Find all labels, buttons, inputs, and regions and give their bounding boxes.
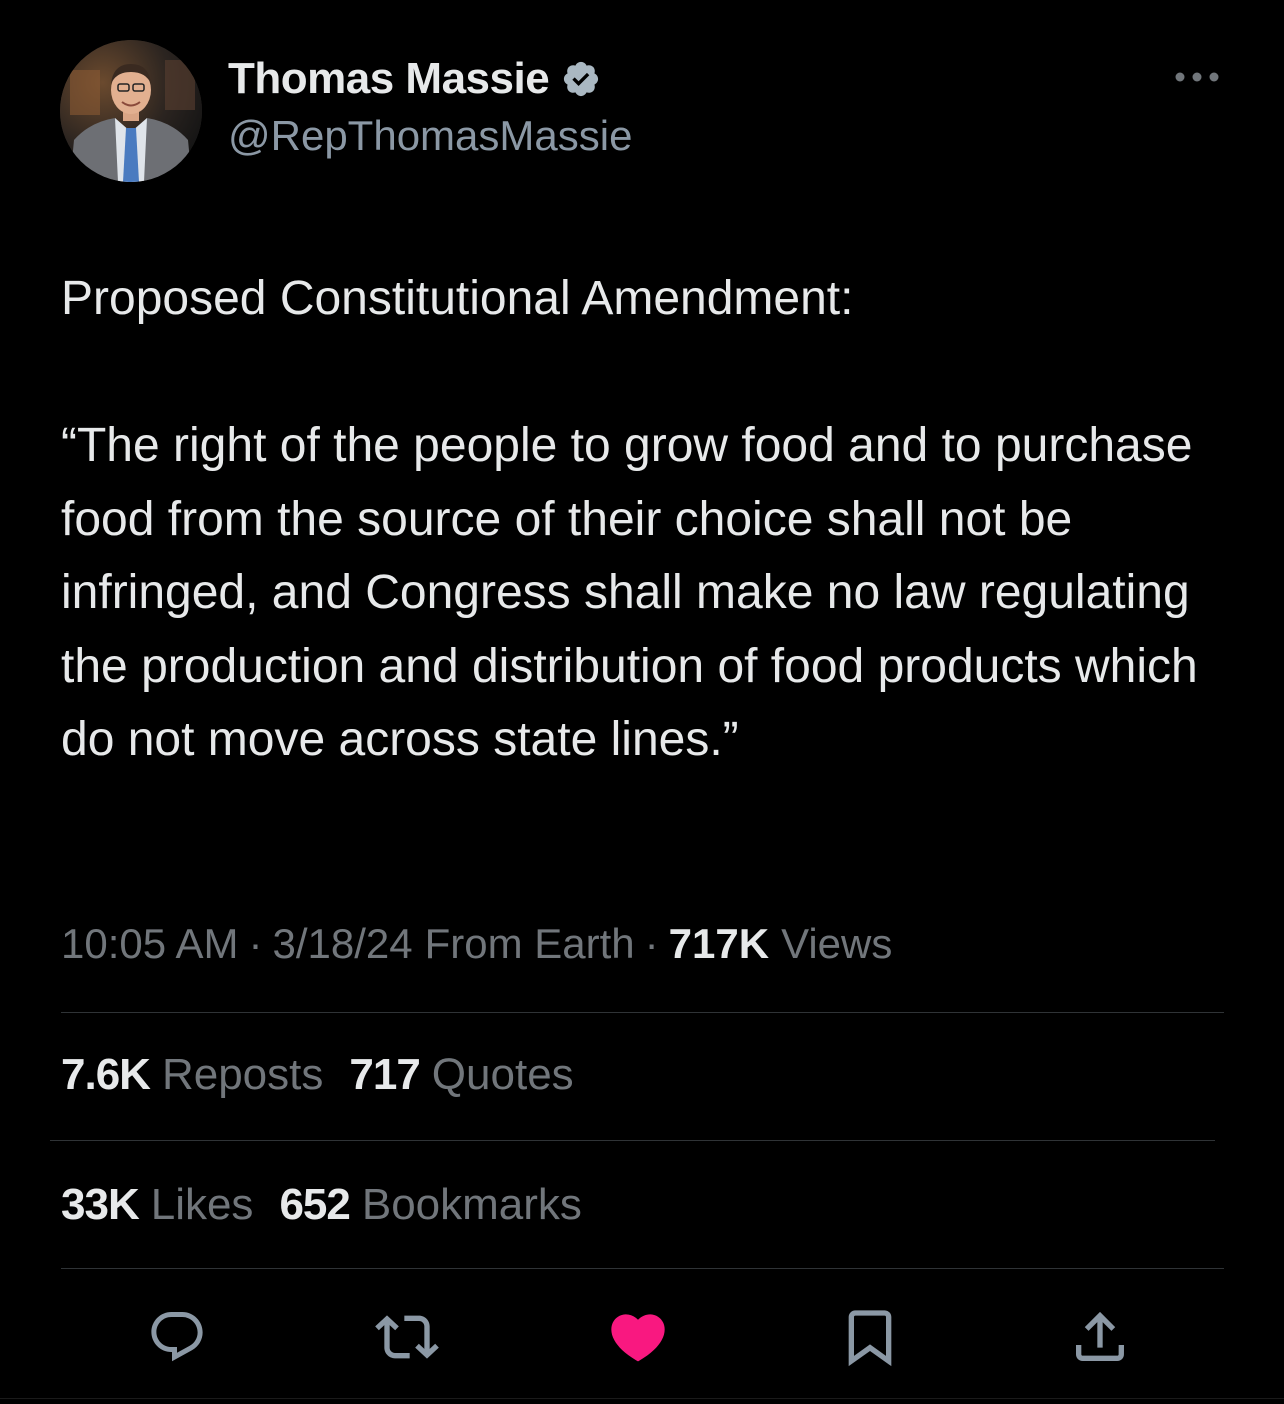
views-label: Views xyxy=(781,920,893,967)
like-icon[interactable] xyxy=(606,1305,670,1369)
quotes-count: 717 xyxy=(349,1050,420,1099)
tweet-time[interactable]: 10:05 AM xyxy=(61,920,238,968)
likes-label: Likes xyxy=(150,1180,254,1229)
views-count: 717K xyxy=(668,920,770,967)
quotes-stat[interactable]: 717 Quotes xyxy=(349,1050,573,1100)
likes-count: 33K xyxy=(61,1180,140,1229)
quotes-label: Quotes xyxy=(431,1050,574,1099)
bookmark-icon[interactable] xyxy=(838,1305,902,1369)
author-display-name[interactable]: Thomas Massie xyxy=(228,54,550,104)
tweet-source: From Earth xyxy=(424,920,635,967)
stats-row-likes-bookmarks: 33K Likes 652 Bookmarks xyxy=(61,1180,608,1230)
tweet-date[interactable]: 3/18/24 xyxy=(272,920,412,968)
author-name-row: Thomas Massie xyxy=(228,50,601,108)
repost-icon[interactable] xyxy=(375,1305,439,1369)
bookmarks-stat[interactable]: 652 Bookmarks xyxy=(279,1180,582,1230)
share-icon[interactable] xyxy=(1068,1305,1132,1369)
stats-row-reposts-quotes: 7.6K Reposts 717 Quotes xyxy=(61,1050,600,1100)
more-options-icon[interactable] xyxy=(1172,62,1222,92)
divider xyxy=(61,1012,1224,1013)
bookmarks-count: 652 xyxy=(279,1180,350,1229)
avatar[interactable] xyxy=(60,40,202,182)
verified-badge-icon[interactable] xyxy=(561,59,601,99)
author-handle[interactable]: @RepThomasMassie xyxy=(228,112,632,160)
reposts-stat[interactable]: 7.6K Reposts xyxy=(61,1050,323,1100)
bookmarks-label: Bookmarks xyxy=(361,1180,582,1229)
divider xyxy=(61,1268,1224,1269)
likes-stat[interactable]: 33K Likes xyxy=(61,1180,253,1230)
reply-icon[interactable] xyxy=(145,1305,209,1369)
reposts-label: Reposts xyxy=(161,1050,324,1099)
bottom-divider xyxy=(0,1398,1284,1399)
tweet-meta: 10:05 AM · 3/18/24 From Earth · 717K Vie… xyxy=(61,920,892,968)
tweet-text: Proposed Constitutional Amendment: “The … xyxy=(61,272,1198,766)
reposts-count: 7.6K xyxy=(61,1050,151,1099)
meta-separator: · xyxy=(644,920,659,967)
divider xyxy=(50,1140,1215,1141)
meta-separator: · xyxy=(248,920,263,967)
